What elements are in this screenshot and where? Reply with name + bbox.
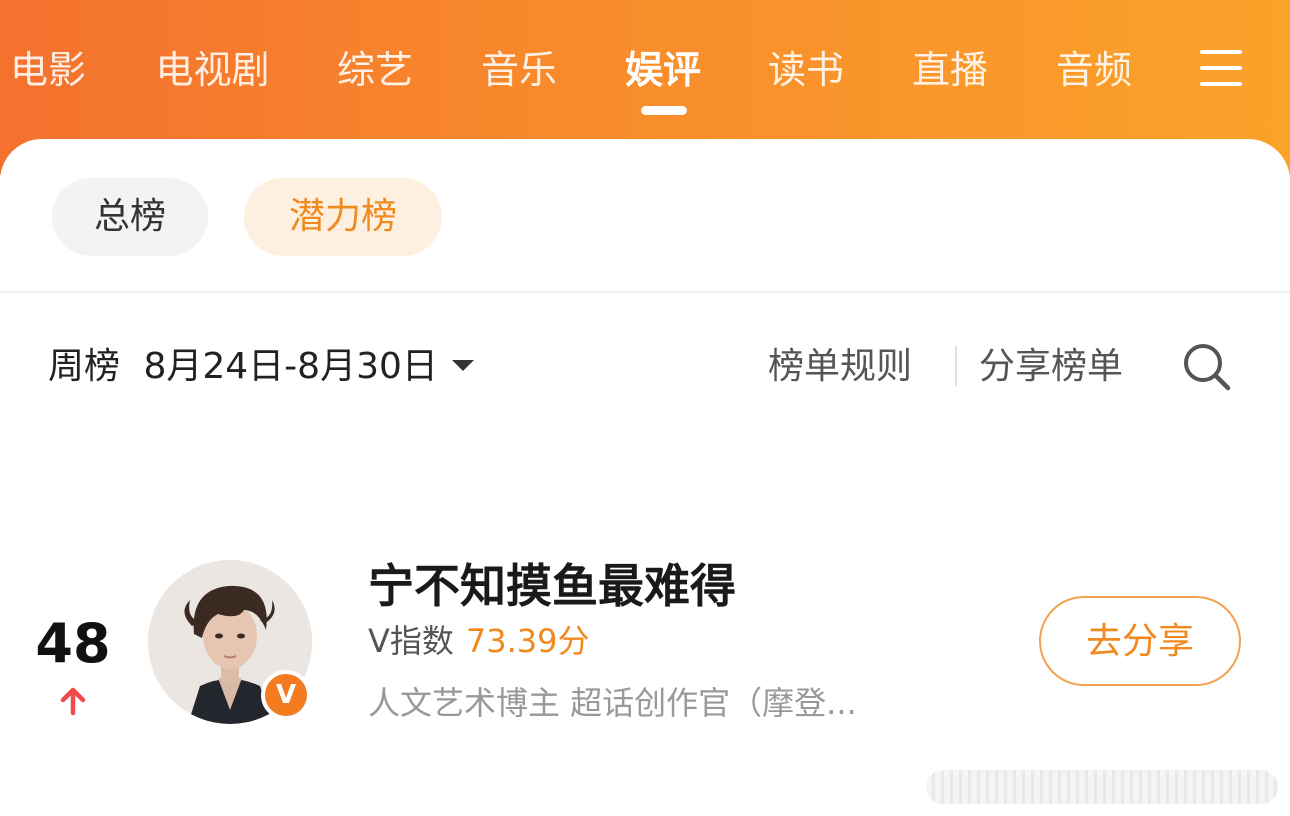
board-tab-potential[interactable]: 潜力榜	[244, 178, 442, 256]
tab-music[interactable]: 音乐	[471, 38, 567, 108]
user-name[interactable]: 宁不知摸鱼最难得	[368, 556, 736, 616]
tab-audio[interactable]: 音频	[1046, 38, 1142, 108]
tab-entertainment-review[interactable]: 娱评	[615, 38, 711, 108]
user-description: 人文艺术博主 超话创作官（摩登...	[368, 684, 857, 722]
period-range: 8月24日-8月30日	[143, 346, 438, 387]
caret-down-icon	[451, 359, 474, 371]
period-label: 周榜	[48, 346, 121, 387]
rules-link[interactable]: 榜单规则	[768, 340, 912, 394]
period-selector[interactable]: 周榜 8月24日-8月30日	[48, 340, 474, 394]
active-tab-indicator	[641, 106, 687, 115]
tab-movie[interactable]: 电影	[0, 38, 96, 108]
tab-tv-drama[interactable]: 电视剧	[145, 38, 280, 108]
v-index-value: 73.39分	[465, 622, 590, 660]
search-icon[interactable]	[1180, 340, 1234, 394]
action-separator	[955, 346, 957, 386]
tab-reading[interactable]: 读书	[758, 38, 854, 108]
watermark	[926, 770, 1278, 804]
page: 电影 电视剧 综艺 音乐 娱评 读书 直播 音频 总榜 潜力榜 周榜 8月24日…	[0, 0, 1290, 816]
tab-live[interactable]: 直播	[902, 38, 998, 108]
category-nav: 电影 电视剧 综艺 音乐 娱评 读书 直播 音频	[0, 38, 1290, 108]
tab-variety[interactable]: 综艺	[327, 38, 423, 108]
share-button[interactable]: 去分享	[1039, 596, 1241, 686]
v-index: V指数 73.39分	[368, 618, 590, 664]
hamburger-menu-icon[interactable]	[1198, 48, 1248, 88]
rank-up-arrow-icon	[58, 686, 88, 716]
share-list-link[interactable]: 分享榜单	[979, 340, 1123, 394]
v-index-label: V指数	[368, 622, 454, 660]
section-divider	[0, 291, 1290, 293]
verified-badge-icon: V	[261, 670, 311, 720]
board-tab-total[interactable]: 总榜	[52, 178, 208, 256]
rank-number: 48	[35, 612, 111, 675]
